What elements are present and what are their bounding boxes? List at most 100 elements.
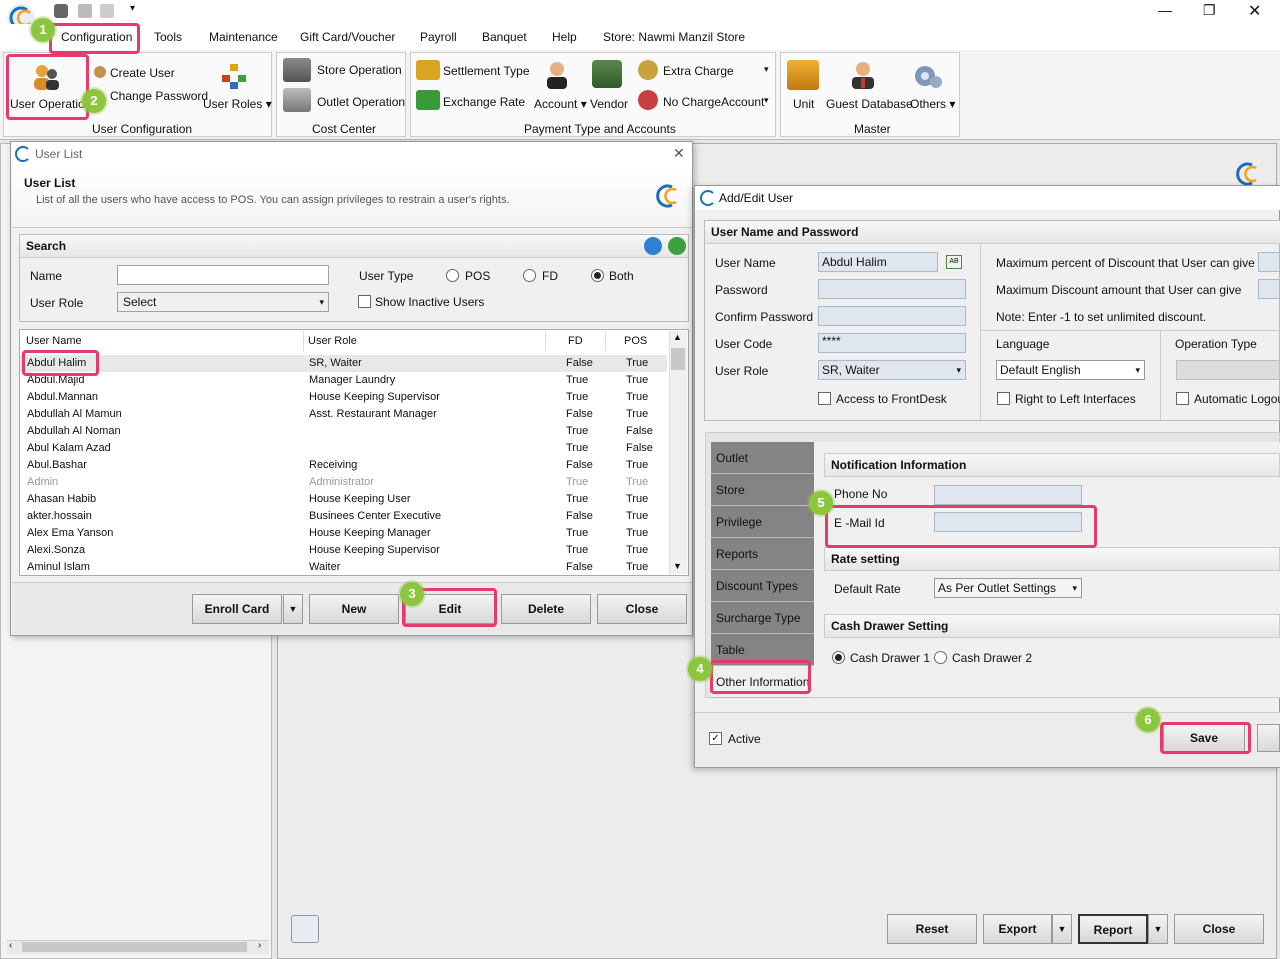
enroll-card-button[interactable]: Enroll Card (192, 594, 282, 624)
table-row[interactable]: Admin Administrator True True (20, 474, 667, 491)
user-role-select[interactable]: Select ▾ (117, 292, 329, 312)
tab-reports[interactable]: Reports (711, 538, 814, 570)
restore-button[interactable]: ❐ (1203, 2, 1216, 19)
tab-discount-types[interactable]: Discount Types (711, 570, 814, 602)
user-operation-button[interactable]: User Operation (10, 97, 91, 111)
scroll-up-icon[interactable]: ▲ (673, 332, 682, 342)
confirm-password-input[interactable] (818, 306, 966, 326)
table-scroll-thumb[interactable] (671, 348, 685, 370)
exchange-rate-button[interactable]: Exchange Rate (443, 95, 525, 109)
search-icon[interactable] (644, 237, 662, 255)
both-radio[interactable] (591, 269, 604, 282)
tab-table[interactable]: Table (711, 634, 814, 666)
table-row[interactable]: Alexi.Sonza House Keeping Supervisor True T… (20, 542, 667, 559)
quick-access-lock-icon[interactable] (100, 4, 114, 18)
active-checkbox[interactable]: ✓ (709, 732, 722, 745)
table-row[interactable]: Alex Ema Yanson House Keeping Manager True… (20, 525, 667, 542)
create-user-button[interactable]: Create User (110, 66, 175, 80)
name-input[interactable] (117, 265, 329, 285)
pos-radio[interactable] (446, 269, 459, 282)
others-button[interactable]: Others ▾ (910, 97, 955, 111)
phone-input[interactable] (934, 485, 1082, 505)
scroll-down-icon[interactable]: ▼ (673, 561, 682, 571)
user-code-input[interactable]: **** (818, 333, 966, 353)
user-list-close-icon[interactable]: ✕ (673, 145, 685, 162)
report-button[interactable]: Report (1078, 914, 1148, 944)
workspace-close-button[interactable]: Close (1174, 914, 1264, 944)
table-row[interactable]: Abul Kalam Azad True False (20, 440, 667, 457)
menu-banquet[interactable]: Banquet (482, 30, 527, 44)
cash-drawer-2-radio[interactable] (934, 651, 947, 664)
max-discount-amount-input[interactable] (1258, 279, 1280, 299)
language-select[interactable]: Default English ▾ (996, 360, 1145, 380)
password-input[interactable] (818, 279, 966, 299)
cancel-button-partial[interactable] (1257, 724, 1280, 752)
menu-payroll[interactable]: Payroll (420, 30, 457, 44)
table-row[interactable]: akter.hossain Businees Center Executive Fa… (20, 508, 667, 525)
table-row[interactable]: Ahasan Habib House Keeping User True True (20, 491, 667, 508)
user-name-input[interactable]: Abdul Halim (818, 252, 938, 272)
minimize-button[interactable]: — (1158, 2, 1172, 18)
column-header-fd[interactable]: FD (568, 335, 583, 347)
menu-maintenance[interactable]: Maintenance (209, 30, 278, 44)
quick-access-print-icon[interactable] (78, 4, 92, 18)
table-row[interactable]: Aminul Islam Waiter False True (20, 559, 667, 576)
export-dropdown-icon[interactable]: ▼ (1052, 914, 1072, 944)
scroll-right-icon[interactable]: › (258, 940, 261, 951)
extra-charge-dropdown-icon[interactable]: ▾ (764, 64, 769, 75)
delete-button[interactable]: Delete (501, 594, 591, 624)
scroll-left-icon[interactable]: ‹ (9, 940, 12, 951)
add-edit-role-select[interactable]: SR, Waiter ▾ (818, 360, 966, 380)
calculator-icon[interactable] (291, 915, 319, 943)
tab-outlet[interactable]: Outlet (711, 442, 814, 474)
rtl-checkbox[interactable] (997, 392, 1010, 405)
menu-gift-card[interactable]: Gift Card/Voucher (300, 30, 395, 44)
extra-charge-button[interactable]: Extra Charge (663, 64, 734, 78)
email-input[interactable] (934, 512, 1082, 532)
table-row[interactable]: Abdullah Al Mamun Asst. Restaurant Manage… (20, 406, 667, 423)
save-button[interactable]: Save (1163, 724, 1245, 752)
keyboard-icon[interactable]: AB (946, 255, 962, 269)
menu-tools[interactable]: Tools (154, 30, 182, 44)
menu-configuration[interactable]: Configuration (61, 30, 132, 44)
quick-access-grid-icon[interactable] (54, 4, 68, 18)
column-header-user-name[interactable]: User Name (26, 335, 82, 347)
auto-logout-checkbox[interactable] (1176, 392, 1189, 405)
user-roles-button[interactable]: User Roles ▾ (203, 97, 272, 111)
unit-button[interactable]: Unit (793, 97, 814, 111)
export-button[interactable]: Export (983, 914, 1052, 944)
table-row[interactable]: Abdul.Mannan House Keeping Supervisor True… (20, 389, 667, 406)
close-button[interactable]: Close (597, 594, 687, 624)
account-button[interactable]: Account ▾ (534, 97, 587, 111)
enroll-card-dropdown-icon[interactable]: ▼ (283, 594, 303, 624)
default-rate-select[interactable]: As Per Outlet Settings ▾ (934, 578, 1082, 598)
no-charge-dropdown-icon[interactable]: ▾ (764, 95, 769, 106)
tab-store[interactable]: Store (711, 474, 814, 506)
refresh-icon[interactable] (668, 237, 686, 255)
show-inactive-checkbox[interactable] (358, 295, 371, 308)
change-password-button[interactable]: Change Password (110, 89, 208, 103)
operation-type-select[interactable] (1176, 360, 1280, 380)
table-row[interactable]: Abdul Halim SR, Waiter False True (20, 355, 667, 372)
cash-drawer-1-radio[interactable] (832, 651, 845, 664)
settlement-type-button[interactable]: Settlement Type (443, 64, 530, 78)
new-button[interactable]: New (309, 594, 399, 624)
no-charge-account-button[interactable]: No ChargeAccount (663, 95, 764, 109)
vendor-button[interactable]: Vendor (590, 97, 628, 111)
fd-radio[interactable] (523, 269, 536, 282)
outlet-operation-button[interactable]: Outlet Operation (317, 95, 405, 109)
column-header-pos[interactable]: POS (624, 335, 647, 347)
tab-privilege[interactable]: Privilege (711, 506, 814, 538)
access-frontdesk-checkbox[interactable] (818, 392, 831, 405)
menu-help[interactable]: Help (552, 30, 577, 44)
quick-access-dropdown-icon[interactable]: ▾ (130, 3, 135, 14)
store-operation-button[interactable]: Store Operation (317, 63, 402, 77)
report-dropdown-icon[interactable]: ▼ (1148, 914, 1168, 944)
scroll-thumb[interactable] (22, 942, 247, 952)
tab-surcharge-type[interactable]: Surcharge Type (711, 602, 814, 634)
guest-database-button[interactable]: Guest Database (826, 97, 913, 111)
table-row[interactable]: Abdullah Al Noman True False (20, 423, 667, 440)
table-row[interactable]: Abul.Bashar Receiving False True (20, 457, 667, 474)
tab-other-information[interactable]: Other Information (711, 666, 814, 698)
table-row[interactable]: Abdul.Majid Manager Laundry True True (20, 372, 667, 389)
